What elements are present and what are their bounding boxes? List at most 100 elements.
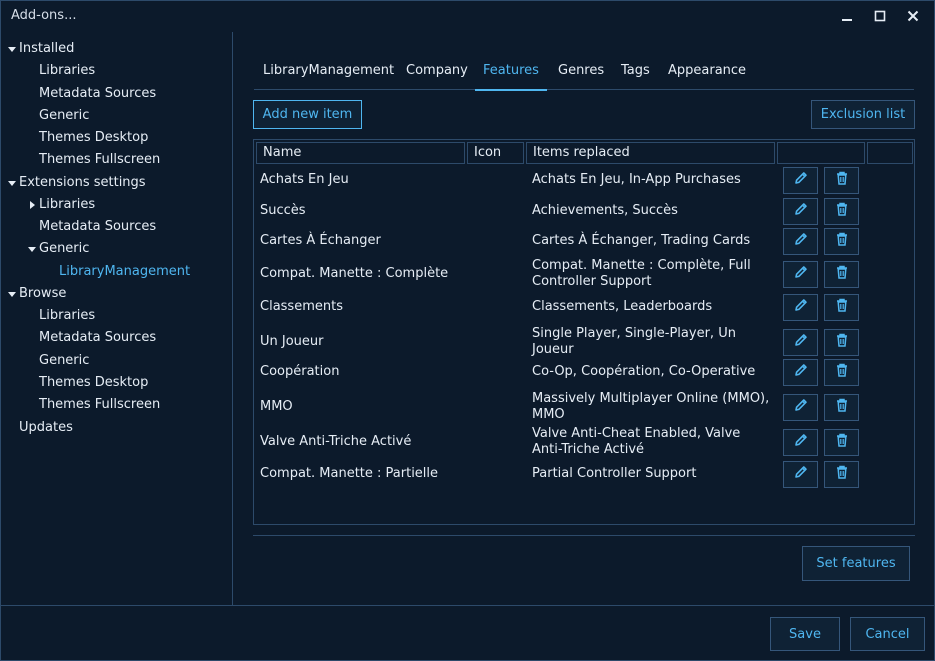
row-name: Valve Anti-Triche Activé xyxy=(260,433,412,449)
delete-button[interactable] xyxy=(824,428,859,456)
table-row[interactable]: MMO Massively Multiplayer Online (MMO), M… xyxy=(254,390,914,425)
tree-browse-metadata[interactable]: Metadata Sources xyxy=(39,328,156,348)
collapsed-arrow-icon xyxy=(27,200,39,210)
tab-features[interactable]: Features xyxy=(475,62,547,91)
table-row[interactable]: Achats En Jeu Achats En Jeu, In-App Purch… xyxy=(254,166,914,195)
tree-extensions-settings[interactable]: Extensions settings xyxy=(7,173,146,193)
header-extra xyxy=(867,142,913,164)
pencil-icon xyxy=(793,264,809,284)
tree-browse[interactable]: Browse xyxy=(7,284,66,304)
table-row[interactable]: Cartes À Échanger Cartes À Échanger, Trad… xyxy=(254,227,914,256)
pencil-icon xyxy=(793,397,809,417)
edit-button[interactable] xyxy=(783,260,818,288)
title-bar: Add-ons... xyxy=(1,1,934,31)
add-new-item-button[interactable]: Add new item xyxy=(253,100,362,129)
edit-button[interactable] xyxy=(783,393,818,421)
tree-browse-libraries[interactable]: Libraries xyxy=(39,306,95,326)
row-items-replaced: Massively Multiplayer Online (MMO), MMO xyxy=(532,391,770,422)
table-row[interactable]: Compat. Manette : Partielle Partial Contr… xyxy=(254,460,914,489)
close-icon xyxy=(907,10,919,22)
save-button[interactable]: Save xyxy=(770,617,840,651)
delete-button[interactable] xyxy=(824,227,859,255)
maximize-button[interactable] xyxy=(869,6,891,26)
tree-ext-libraries-label: Libraries xyxy=(39,197,96,212)
table-row[interactable]: Coopération Co-Op, Coopération, Co-Operat… xyxy=(254,358,914,387)
edit-button[interactable] xyxy=(783,358,818,386)
row-name: Compat. Manette : Complète xyxy=(260,265,449,281)
tab-company[interactable]: Company xyxy=(406,62,468,90)
delete-button[interactable] xyxy=(824,358,859,386)
header-icon[interactable]: Icon xyxy=(467,142,524,164)
delete-button[interactable] xyxy=(824,460,859,488)
table-row[interactable]: Valve Anti-Triche Activé Valve Anti-Cheat… xyxy=(254,425,914,460)
tree-ext-metadata[interactable]: Metadata Sources xyxy=(39,217,156,237)
delete-button[interactable] xyxy=(824,293,859,321)
tree-installed-metadata[interactable]: Metadata Sources xyxy=(39,84,156,104)
exclusion-list-button[interactable]: Exclusion list xyxy=(811,100,915,129)
tree-ext-generic[interactable]: Generic xyxy=(27,239,89,259)
edit-button[interactable] xyxy=(783,460,818,488)
tree-browse-generic[interactable]: Generic xyxy=(39,351,89,371)
table-row[interactable]: Succès Achievements, Succès xyxy=(254,197,914,226)
row-name: Achats En Jeu xyxy=(260,171,349,187)
tree-installed-themes-fullscreen[interactable]: Themes Fullscreen xyxy=(39,150,160,170)
delete-button[interactable] xyxy=(824,197,859,225)
expand-arrow-icon xyxy=(7,178,19,188)
trash-icon xyxy=(834,397,850,417)
header-name[interactable]: Name xyxy=(256,142,465,164)
tree-browse-label: Browse xyxy=(19,286,67,301)
delete-button[interactable] xyxy=(824,260,859,288)
minimize-button[interactable] xyxy=(836,6,858,26)
trash-icon xyxy=(834,231,850,251)
tree-browse-themes-fullscreen[interactable]: Themes Fullscreen xyxy=(39,395,160,415)
expand-arrow-icon xyxy=(7,44,19,54)
maximize-icon xyxy=(874,10,886,22)
row-items-replaced: Cartes À Échanger, Trading Cards xyxy=(532,232,751,248)
tree-installed[interactable]: Installed xyxy=(7,39,74,59)
delete-button[interactable] xyxy=(824,328,859,356)
delete-button[interactable] xyxy=(824,166,859,194)
tab-bar: LibraryManagement Company Features Genre… xyxy=(254,57,914,91)
row-name: Classements xyxy=(260,298,343,314)
tree-ext-library-management[interactable]: LibraryManagement xyxy=(59,262,190,282)
edit-button[interactable] xyxy=(783,197,818,225)
sidebar-tree: Installed Libraries Metadata Sources Gen… xyxy=(1,32,233,606)
row-items-replaced: Co-Op, Coopération, Co-Operative xyxy=(532,363,756,379)
set-features-button[interactable]: Set features xyxy=(802,546,910,581)
pencil-icon xyxy=(793,231,809,251)
addons-window: Add-ons... Installed Libraries Metadata … xyxy=(0,0,935,661)
tab-appearance[interactable]: Appearance xyxy=(668,62,746,90)
edit-button[interactable] xyxy=(783,166,818,194)
trash-icon xyxy=(834,264,850,284)
table-row[interactable]: Classements Classements, Leaderboards xyxy=(254,293,914,322)
row-items-replaced: Valve Anti-Cheat Enabled, Valve Anti-Tri… xyxy=(532,426,741,457)
divider xyxy=(253,535,915,536)
tree-installed-generic[interactable]: Generic xyxy=(39,106,89,126)
tab-library-management[interactable]: LibraryManagement xyxy=(263,62,394,90)
row-name: Succès xyxy=(260,202,306,218)
header-items-replaced[interactable]: Items replaced xyxy=(526,142,775,164)
trash-icon xyxy=(834,432,850,452)
row-name: MMO xyxy=(260,398,293,414)
edit-button[interactable] xyxy=(783,428,818,456)
main-panel: LibraryManagement Company Features Genre… xyxy=(234,32,934,606)
tree-updates[interactable]: Updates xyxy=(19,418,73,438)
edit-button[interactable] xyxy=(783,328,818,356)
tab-genres[interactable]: Genres xyxy=(558,62,604,90)
tree-ext-libraries[interactable]: Libraries xyxy=(27,195,95,215)
tab-tags[interactable]: Tags xyxy=(621,62,650,90)
tree-browse-themes-desktop[interactable]: Themes Desktop xyxy=(39,373,148,393)
pencil-icon xyxy=(793,432,809,452)
tree-installed-themes-desktop[interactable]: Themes Desktop xyxy=(39,128,148,148)
expand-arrow-icon xyxy=(27,244,39,254)
close-button[interactable] xyxy=(902,6,924,26)
row-name: Un Joueur xyxy=(260,333,324,349)
tree-installed-libraries[interactable]: Libraries xyxy=(39,61,95,81)
table-row[interactable]: Un Joueur Single Player, Single-Player, U… xyxy=(254,325,914,360)
tree-ext-generic-label: Generic xyxy=(39,241,90,256)
table-row[interactable]: Compat. Manette : Complète Compat. Manett… xyxy=(254,257,914,292)
delete-button[interactable] xyxy=(824,393,859,421)
cancel-button[interactable]: Cancel xyxy=(850,617,925,651)
edit-button[interactable] xyxy=(783,227,818,255)
edit-button[interactable] xyxy=(783,293,818,321)
